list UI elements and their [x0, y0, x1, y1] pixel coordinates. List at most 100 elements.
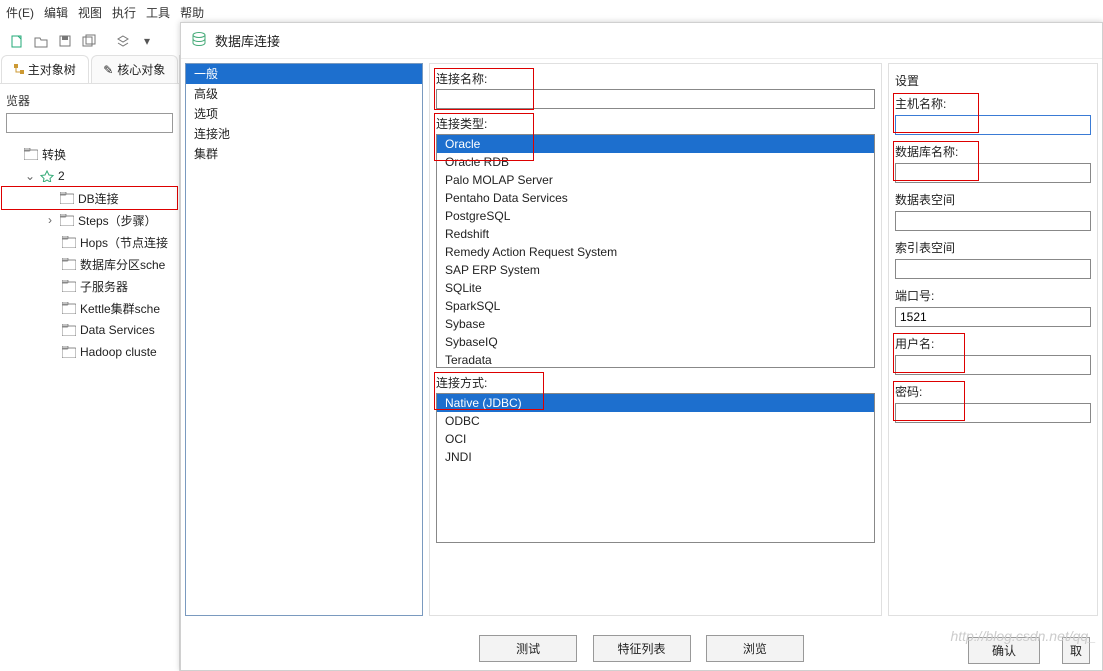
tree-item-label: 数据库分区sche	[80, 256, 165, 273]
chevron-down-icon[interactable]: ▾	[136, 30, 158, 52]
conn-type-label: 连接类型:	[436, 115, 875, 132]
cat-general[interactable]: 一般	[186, 64, 422, 84]
tree-steps[interactable]: › Steps（步骤）	[2, 209, 177, 231]
tree-data-services[interactable]: Data Services	[2, 319, 177, 341]
db-type-option[interactable]: SparkSQL	[437, 297, 874, 315]
save-as-icon[interactable]	[78, 30, 100, 52]
tab-core-label: 核心对象	[117, 61, 165, 78]
tree-item-label: Steps（步骤）	[78, 212, 157, 229]
db-type-option[interactable]: Sybase	[437, 315, 874, 333]
menu-edit[interactable]: 编辑	[44, 4, 68, 21]
conn-method-list[interactable]: Native (JDBC)ODBCOCIJNDI	[436, 393, 875, 543]
folder-icon	[62, 280, 76, 292]
data-tablespace-group: 数据表空间	[895, 191, 1091, 231]
test-button[interactable]: 测试	[479, 635, 577, 662]
tree-kettle-cluster[interactable]: Kettle集群sche	[2, 297, 177, 319]
tree-partition[interactable]: 数据库分区sche	[2, 253, 177, 275]
folder-icon	[62, 346, 76, 358]
chevron-down-icon[interactable]: ⌄	[24, 169, 36, 183]
menu-file[interactable]: 件(E)	[6, 4, 34, 21]
pwd-label: 密码:	[895, 383, 1091, 400]
tab-core-objects[interactable]: ✎ 核心对象	[91, 55, 179, 83]
object-tree: 转换 ⌄ 2 DB连接 › Steps（步骤） H	[0, 139, 179, 367]
tree-item-label: 2	[58, 169, 65, 183]
open-folder-icon[interactable]	[30, 30, 52, 52]
conn-type-list[interactable]: OracleOracle RDBPalo MOLAP ServerPentaho…	[436, 134, 875, 368]
star-icon	[40, 170, 54, 182]
index-ts-input[interactable]	[895, 259, 1091, 279]
database-icon	[191, 31, 207, 50]
chevron-right-icon[interactable]: ›	[44, 213, 56, 227]
db-connection-dialog: 数据库连接 一般 高级 选项 连接池 集群 连接名称: 连接类型: Oracle…	[180, 22, 1103, 671]
port-group: 端口号:	[895, 287, 1091, 327]
search-input[interactable]	[6, 113, 173, 133]
cat-advanced[interactable]: 高级	[186, 84, 422, 104]
db-type-option[interactable]: PostgreSQL	[437, 207, 874, 225]
index-tablespace-group: 索引表空间	[895, 239, 1091, 279]
menu-run[interactable]: 执行	[112, 4, 136, 21]
menu-help[interactable]: 帮助	[180, 4, 204, 21]
tree-db-connection[interactable]: DB连接	[2, 187, 177, 209]
user-group: 用户名:	[895, 335, 1091, 375]
conn-method-option[interactable]: OCI	[437, 430, 874, 448]
tree-item-2[interactable]: ⌄ 2	[2, 165, 177, 187]
db-type-option[interactable]: Teradata	[437, 351, 874, 368]
folder-icon	[62, 258, 76, 270]
folder-icon	[62, 324, 76, 336]
cat-options[interactable]: 选项	[186, 104, 422, 124]
conn-method-option[interactable]: JNDI	[437, 448, 874, 466]
tree-item-label: Hops（节点连接	[80, 234, 168, 251]
conn-method-option[interactable]: ODBC	[437, 412, 874, 430]
tree-item-label: 转换	[42, 146, 66, 163]
pwd-input[interactable]	[895, 403, 1091, 423]
settings-header: 设置	[895, 72, 1091, 89]
tree-item-label: Data Services	[80, 323, 155, 337]
browse-button[interactable]: 浏览	[706, 635, 804, 662]
db-type-option[interactable]: Palo MOLAP Server	[437, 171, 874, 189]
cancel-button[interactable]: 取	[1062, 637, 1090, 664]
data-ts-label: 数据表空间	[895, 191, 1091, 208]
host-input[interactable]	[895, 115, 1091, 135]
cat-cluster[interactable]: 集群	[186, 144, 422, 164]
save-icon[interactable]	[54, 30, 76, 52]
db-type-option[interactable]: Remedy Action Request System	[437, 243, 874, 261]
layers-icon[interactable]	[112, 30, 134, 52]
menu-tools[interactable]: 工具	[146, 4, 170, 21]
pencil-icon: ✎	[103, 63, 113, 77]
tree-transform[interactable]: 转换	[2, 143, 177, 165]
tree-hops[interactable]: Hops（节点连接	[2, 231, 177, 253]
db-type-option[interactable]: Pentaho Data Services	[437, 189, 874, 207]
ok-cancel-buttons: 确认 取	[962, 637, 1096, 664]
settings-column: 设置 主机名称: 数据库名称: 数据表空间 索引表空间 端口号:	[888, 63, 1098, 616]
db-type-option[interactable]: Redshift	[437, 225, 874, 243]
new-file-icon[interactable]	[6, 30, 28, 52]
tree-item-label: Hadoop cluste	[80, 345, 157, 359]
data-ts-input[interactable]	[895, 211, 1091, 231]
ok-button[interactable]: 确认	[968, 637, 1040, 664]
dialog-body: 一般 高级 选项 连接池 集群 连接名称: 连接类型: OracleOracle…	[181, 59, 1102, 620]
menu-view[interactable]: 视图	[78, 4, 102, 21]
port-label: 端口号:	[895, 287, 1091, 304]
tree-hadoop[interactable]: Hadoop cluste	[2, 341, 177, 363]
db-type-option[interactable]: SQLite	[437, 279, 874, 297]
side-panel: 主对象树 ✎ 核心对象 览器 转换 ⌄ 2	[0, 55, 180, 671]
tab-main-tree[interactable]: 主对象树	[1, 55, 89, 83]
features-button[interactable]: 特征列表	[593, 635, 691, 662]
host-label: 主机名称:	[895, 95, 1091, 112]
conn-method-group: 连接方式: Native (JDBC)ODBCOCIJNDI	[436, 374, 875, 543]
db-type-option[interactable]: Oracle RDB	[437, 153, 874, 171]
tree-icon	[14, 63, 24, 77]
tree-subserver[interactable]: 子服务器	[2, 275, 177, 297]
browser-search	[6, 113, 173, 133]
dbname-input[interactable]	[895, 163, 1091, 183]
db-type-option[interactable]: SybaseIQ	[437, 333, 874, 351]
db-type-option[interactable]: SAP ERP System	[437, 261, 874, 279]
port-input[interactable]	[895, 307, 1091, 327]
conn-name-input[interactable]	[436, 89, 875, 109]
category-list[interactable]: 一般 高级 选项 连接池 集群	[185, 63, 423, 616]
cat-pool[interactable]: 连接池	[186, 124, 422, 144]
conn-method-option[interactable]: Native (JDBC)	[437, 394, 874, 412]
pwd-group: 密码:	[895, 383, 1091, 423]
user-input[interactable]	[895, 355, 1091, 375]
db-type-option[interactable]: Oracle	[437, 135, 874, 153]
